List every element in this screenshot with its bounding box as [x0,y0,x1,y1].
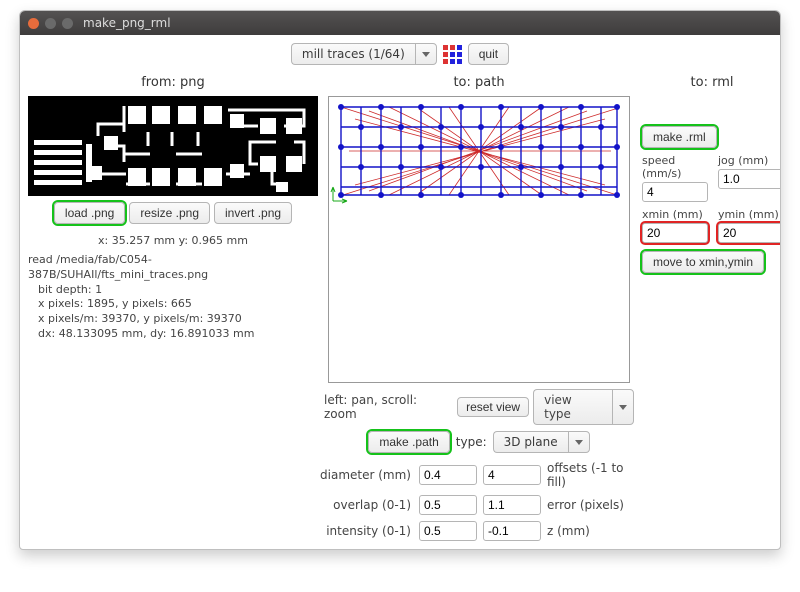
chevron-down-icon [568,431,590,453]
chevron-down-icon [612,389,634,425]
param-label: overlap (0-1) [316,498,411,512]
info-line: x pixels/m: 39370, y pixels/m: 39370 [28,312,318,327]
z-input[interactable] [483,521,541,541]
png-preview [28,96,318,196]
grid-icon[interactable] [443,45,462,64]
info-line: x pixels: 1895, y pixels: 665 [28,297,318,312]
info-line: bit depth: 1 [28,283,318,298]
param-label: z (mm) [547,524,642,538]
process-dropdown-label: mill traces (1/64) [291,43,415,65]
path-type-value: 3D plane [493,431,568,453]
png-info: x: 35.257 mm y: 0.965 mm read /media/fab… [28,234,318,342]
make-path-button[interactable]: make .path [368,431,449,453]
param-label: xmin (mm) [642,208,708,221]
xmin-input[interactable] [642,223,708,243]
section-header-from: from: png [141,75,205,90]
section-header-rml: to: rml [642,75,781,90]
path-params: diameter (mm) offsets (-1 to fill) overl… [316,461,642,541]
app-window: make_png_rml mill traces (1/64) quit fro… [19,10,781,550]
jog-input[interactable] [718,169,781,189]
param-label: speed (mm/s) [642,154,708,180]
title-bar: make_png_rml [20,11,780,35]
diameter-input[interactable] [419,465,477,485]
minimize-icon[interactable] [45,18,56,29]
error-input[interactable] [483,495,541,515]
view-type-dropdown[interactable]: view type [533,389,634,425]
overlap-input[interactable] [419,495,477,515]
path-canvas[interactable] [328,96,630,383]
info-line: dx: 48.133095 mm, dy: 16.891033 mm [28,327,318,342]
canvas-hint: left: pan, scroll: zoom [324,393,453,421]
param-label: error (pixels) [547,498,642,512]
intensity-input[interactable] [419,521,477,541]
cursor-coords: x: 35.257 mm y: 0.965 mm [28,234,318,249]
pcb-traces-graphic [28,96,318,196]
toolpath-graphic [329,97,629,382]
top-toolbar: mill traces (1/64) quit [20,35,780,71]
type-label: type: [456,435,487,449]
param-label: jog (mm) [718,154,781,167]
view-type-label: view type [533,389,612,425]
speed-input[interactable] [642,182,708,202]
section-header-path: to: path [453,75,504,90]
resize-png-button[interactable]: resize .png [129,202,210,224]
close-icon[interactable] [28,18,39,29]
invert-png-button[interactable]: invert .png [214,202,292,224]
from-column: from: png [28,71,318,541]
param-label: ymin (mm) [718,208,781,221]
offsets-input[interactable] [483,465,541,485]
param-label: diameter (mm) [316,468,411,482]
load-png-button[interactable]: load .png [54,202,125,224]
ymin-input[interactable] [718,223,781,243]
chevron-down-icon [415,43,437,65]
process-dropdown[interactable]: mill traces (1/64) [291,43,437,65]
path-type-dropdown[interactable]: 3D plane [493,431,590,453]
rml-column: to: rml make .rml speed (mm/s) jog (mm) [640,71,781,541]
make-rml-button[interactable]: make .rml [642,126,717,148]
param-label: offsets (-1 to fill) [547,461,642,489]
quit-button[interactable]: quit [468,43,509,65]
info-line: read /media/fab/C054-387B/SUHAIl/fts_min… [28,253,208,281]
param-label: intensity (0-1) [316,524,411,538]
window-title: make_png_rml [83,16,171,30]
move-to-xmin-ymin-button[interactable]: move to xmin,ymin [642,251,764,273]
path-column: to: path [324,71,634,541]
maximize-icon[interactable] [62,18,73,29]
reset-view-button[interactable]: reset view [457,397,529,417]
